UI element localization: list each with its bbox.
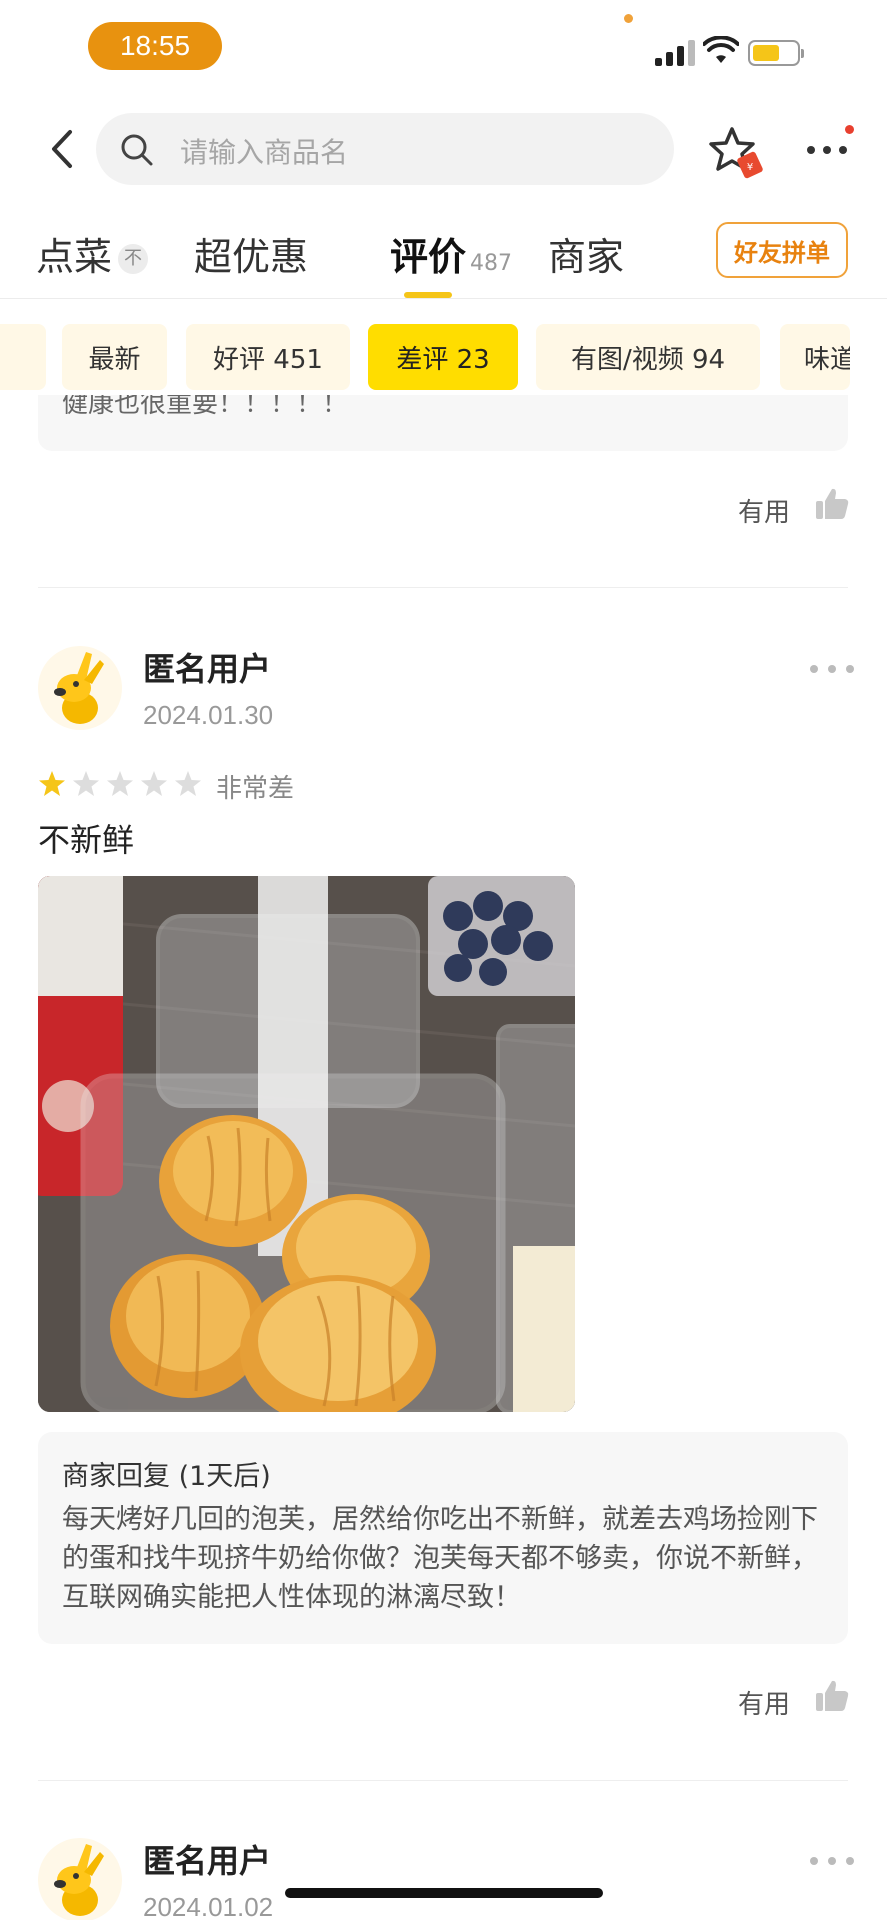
- tab-deals[interactable]: 超优惠: [194, 226, 308, 281]
- rating-label: 非常差: [216, 774, 295, 804]
- tab-reviews[interactable]: 评价 487: [390, 226, 512, 281]
- tab-order[interactable]: 点菜不: [36, 226, 149, 281]
- review-username: 匿名用户: [143, 1842, 272, 1880]
- review-date: 2024.01.30: [143, 700, 274, 730]
- status-time: 18:55: [88, 22, 222, 70]
- review-photo[interactable]: [38, 876, 575, 1412]
- merchant-reply: 商家回复 (1天后) 每天烤好几回的泡芙，居然给你吃出不新鲜，就差去鸡场捡刚下的…: [38, 1432, 848, 1644]
- useful-button-label[interactable]: 有用: [738, 492, 790, 529]
- previous-review-snippet: 健康也很重要！！！！！: [38, 395, 848, 451]
- merchant-reply-title: 商家回复 (1天后): [62, 1461, 271, 1492]
- filter-media[interactable]: 有图/视频 94: [536, 324, 760, 390]
- svg-text:¥: ¥: [747, 162, 753, 173]
- filter-latest[interactable]: 最新: [62, 324, 167, 390]
- tab-merchant-label: 商家: [548, 235, 625, 279]
- filter-chips: 最新 好评 451 差评 23 有图/视频 94 味道: [0, 322, 887, 392]
- notification-dot: [845, 125, 854, 134]
- search-icon: [121, 134, 153, 166]
- divider: [38, 587, 848, 588]
- review-date: 2024.01.02: [143, 1892, 274, 1920]
- star-empty-icon: [175, 771, 201, 796]
- kangaroo-avatar[interactable]: [38, 1838, 122, 1920]
- review-text: 不新鲜: [38, 821, 135, 859]
- kangaroo-avatar[interactable]: [38, 646, 122, 730]
- group-order-button[interactable]: 好友拼单: [716, 222, 848, 278]
- home-indicator[interactable]: [285, 1888, 603, 1898]
- filter-chip-hidden[interactable]: [0, 324, 46, 390]
- search-input[interactable]: 请输入商品名: [96, 113, 674, 185]
- star-filled-icon: [39, 771, 65, 796]
- divider: [0, 298, 887, 299]
- thumbs-up-icon[interactable]: [814, 486, 850, 522]
- favorite-star-icon[interactable]: ¥: [706, 124, 768, 182]
- filter-taste[interactable]: 味道: [780, 324, 850, 390]
- tab-reviews-label: 评价: [390, 235, 467, 279]
- useful-button-label[interactable]: 有用: [738, 1684, 790, 1721]
- star-empty-icon: [141, 771, 167, 796]
- review-username: 匿名用户: [143, 650, 272, 688]
- thumbs-up-icon[interactable]: [814, 1678, 850, 1714]
- divider: [38, 1780, 848, 1781]
- search-placeholder: 请输入商品名: [180, 136, 349, 169]
- tab-deals-label: 超优惠: [194, 235, 309, 279]
- tab-order-label: 点菜: [36, 235, 113, 279]
- indicator-dot: [624, 14, 633, 23]
- signal-icon: [653, 40, 697, 66]
- more-icon[interactable]: [803, 128, 851, 168]
- previous-review-text: 健康也很重要！！！！！: [62, 395, 349, 419]
- review-more-icon[interactable]: [810, 662, 860, 676]
- filter-positive[interactable]: 好评 451: [186, 324, 350, 390]
- merchant-reply-text: 每天烤好几回的泡芙，居然给你吃出不新鲜，就差去鸡场捡刚下的蛋和找牛现挤牛奶给你做…: [62, 1504, 818, 1613]
- battery-icon: [748, 40, 804, 66]
- star-empty-icon: [73, 771, 99, 796]
- tab-order-badge: 不: [118, 244, 149, 274]
- review-more-icon[interactable]: [810, 1854, 860, 1868]
- star-empty-icon: [107, 771, 133, 796]
- tab-reviews-count: 487: [470, 251, 513, 276]
- tab-merchant[interactable]: 商家: [548, 226, 624, 281]
- back-icon[interactable]: [42, 126, 82, 172]
- wifi-icon: [703, 36, 739, 63]
- filter-negative[interactable]: 差评 23: [368, 324, 518, 390]
